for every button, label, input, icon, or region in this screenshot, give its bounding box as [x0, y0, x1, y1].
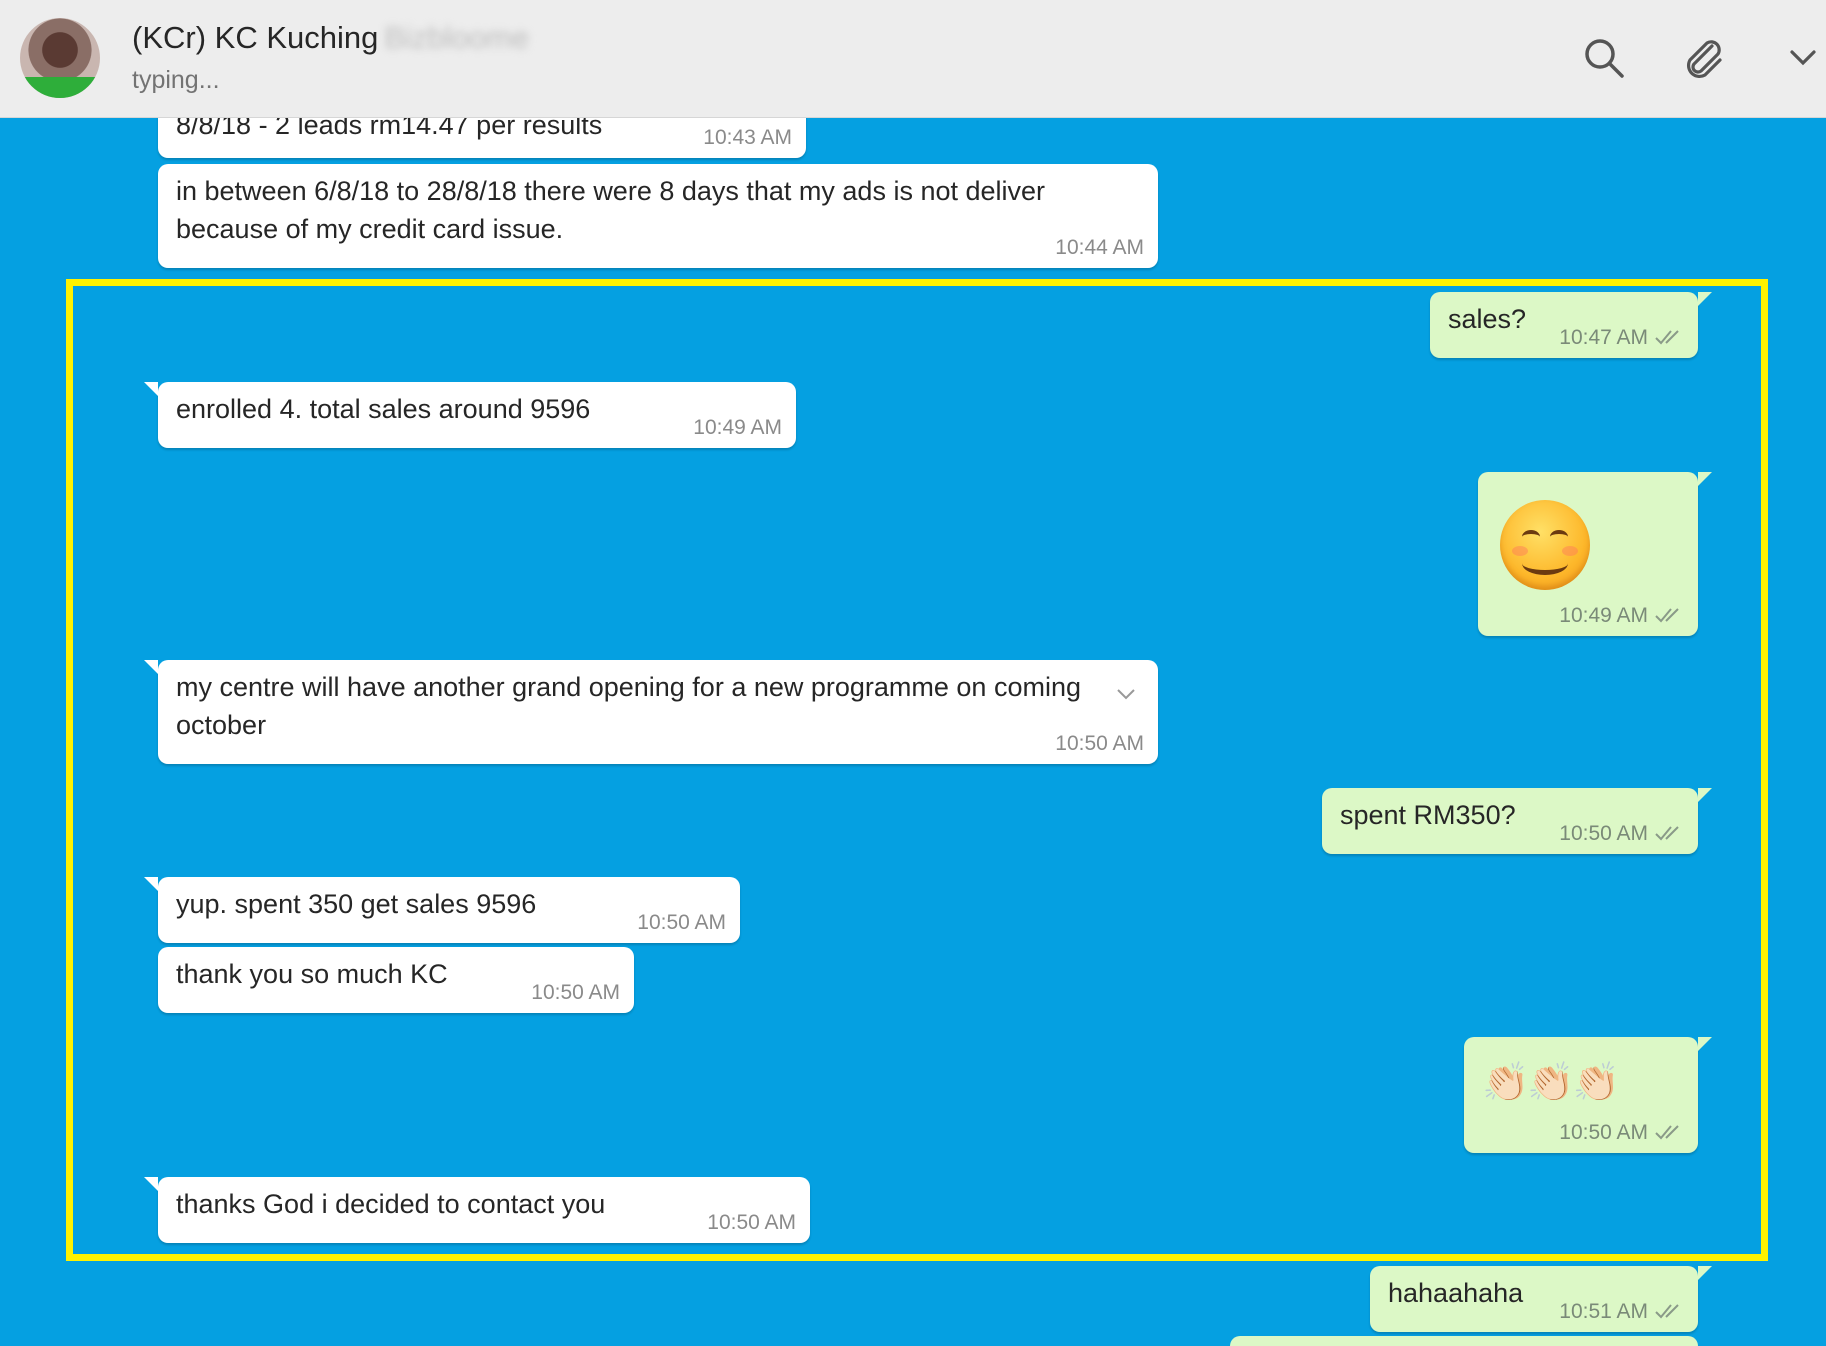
- message-time: 10:50 AM: [707, 1211, 796, 1234]
- message-outgoing[interactable]: sales? 10:47 AM: [1430, 292, 1712, 358]
- contact-name[interactable]: (KCr) KC Kuching Bizbloome: [132, 20, 529, 56]
- contact-avatar[interactable]: [20, 18, 100, 98]
- message-outgoing-partial: [1230, 1336, 1698, 1346]
- message-text: enrolled 4. total sales around 9596: [176, 394, 591, 424]
- message-time: 10:49 AM: [1559, 604, 1684, 628]
- message-text: in between 6/8/18 to 28/8/18 there were …: [176, 176, 1046, 244]
- message-time: 10:50 AM: [531, 981, 620, 1004]
- chat-header: (KCr) KC Kuching Bizbloome typing...: [0, 0, 1826, 118]
- smiling-face-emoji: [1500, 500, 1590, 590]
- message-incoming[interactable]: my centre will have another grand openin…: [144, 660, 1158, 764]
- paperclip-icon[interactable]: [1682, 36, 1726, 80]
- message-time: 10:44 AM: [1055, 236, 1144, 259]
- message-incoming[interactable]: in between 6/8/18 to 28/8/18 there were …: [158, 164, 1158, 268]
- message-text: thank you so much KC: [176, 959, 448, 989]
- double-check-icon: [1654, 1123, 1684, 1141]
- message-text: sales?: [1448, 304, 1527, 334]
- message-text: spent RM350?: [1340, 800, 1516, 830]
- message-text: thanks God i decided to contact you: [176, 1189, 606, 1219]
- search-icon[interactable]: [1582, 36, 1626, 80]
- double-check-icon: [1654, 1302, 1684, 1320]
- message-outgoing-emoji[interactable]: 😊 10:49 AM: [1478, 472, 1712, 636]
- clapping-hands-emoji: 👏🏻👏🏻👏🏻: [1482, 1062, 1620, 1104]
- contact-name-text: (KCr) KC Kuching: [132, 20, 379, 55]
- double-check-icon: [1654, 606, 1684, 624]
- message-text: my centre will have another grand openin…: [176, 672, 1081, 740]
- message-outgoing-emoji[interactable]: 👏🏻👏🏻👏🏻 10:50 AM: [1464, 1037, 1712, 1153]
- message-text: yup. spent 350 get sales 9596: [176, 889, 537, 919]
- message-time: 10:49 AM: [693, 416, 782, 439]
- message-menu-chevron-icon[interactable]: [1114, 678, 1138, 702]
- message-time: 10:43 AM: [703, 126, 792, 149]
- message-incoming[interactable]: enrolled 4. total sales around 9596 10:4…: [144, 382, 796, 448]
- message-outgoing[interactable]: spent RM350? 10:50 AM: [1322, 788, 1712, 854]
- chevron-down-icon[interactable]: [1786, 36, 1820, 80]
- message-incoming[interactable]: yup. spent 350 get sales 9596 10:50 AM: [144, 877, 740, 943]
- message-incoming[interactable]: thanks God i decided to contact you 10:5…: [144, 1177, 810, 1243]
- message-time: 10:51 AM: [1559, 1300, 1684, 1324]
- message-text: hahaahaha: [1388, 1278, 1524, 1308]
- double-check-icon: [1654, 328, 1684, 346]
- double-check-icon: [1654, 824, 1684, 842]
- message-time: 10:47 AM: [1559, 326, 1684, 350]
- message-time: 10:50 AM: [1055, 732, 1144, 755]
- message-outgoing[interactable]: hahaahaha 10:51 AM: [1370, 1266, 1712, 1332]
- message-time: 10:50 AM: [1559, 822, 1684, 846]
- typing-status: typing...: [132, 66, 220, 94]
- message-incoming[interactable]: thank you so much KC 10:50 AM: [158, 947, 634, 1013]
- message-time: 10:50 AM: [637, 911, 726, 934]
- message-time: 10:50 AM: [1559, 1121, 1684, 1145]
- contact-name-blurred: Bizbloome: [384, 20, 530, 55]
